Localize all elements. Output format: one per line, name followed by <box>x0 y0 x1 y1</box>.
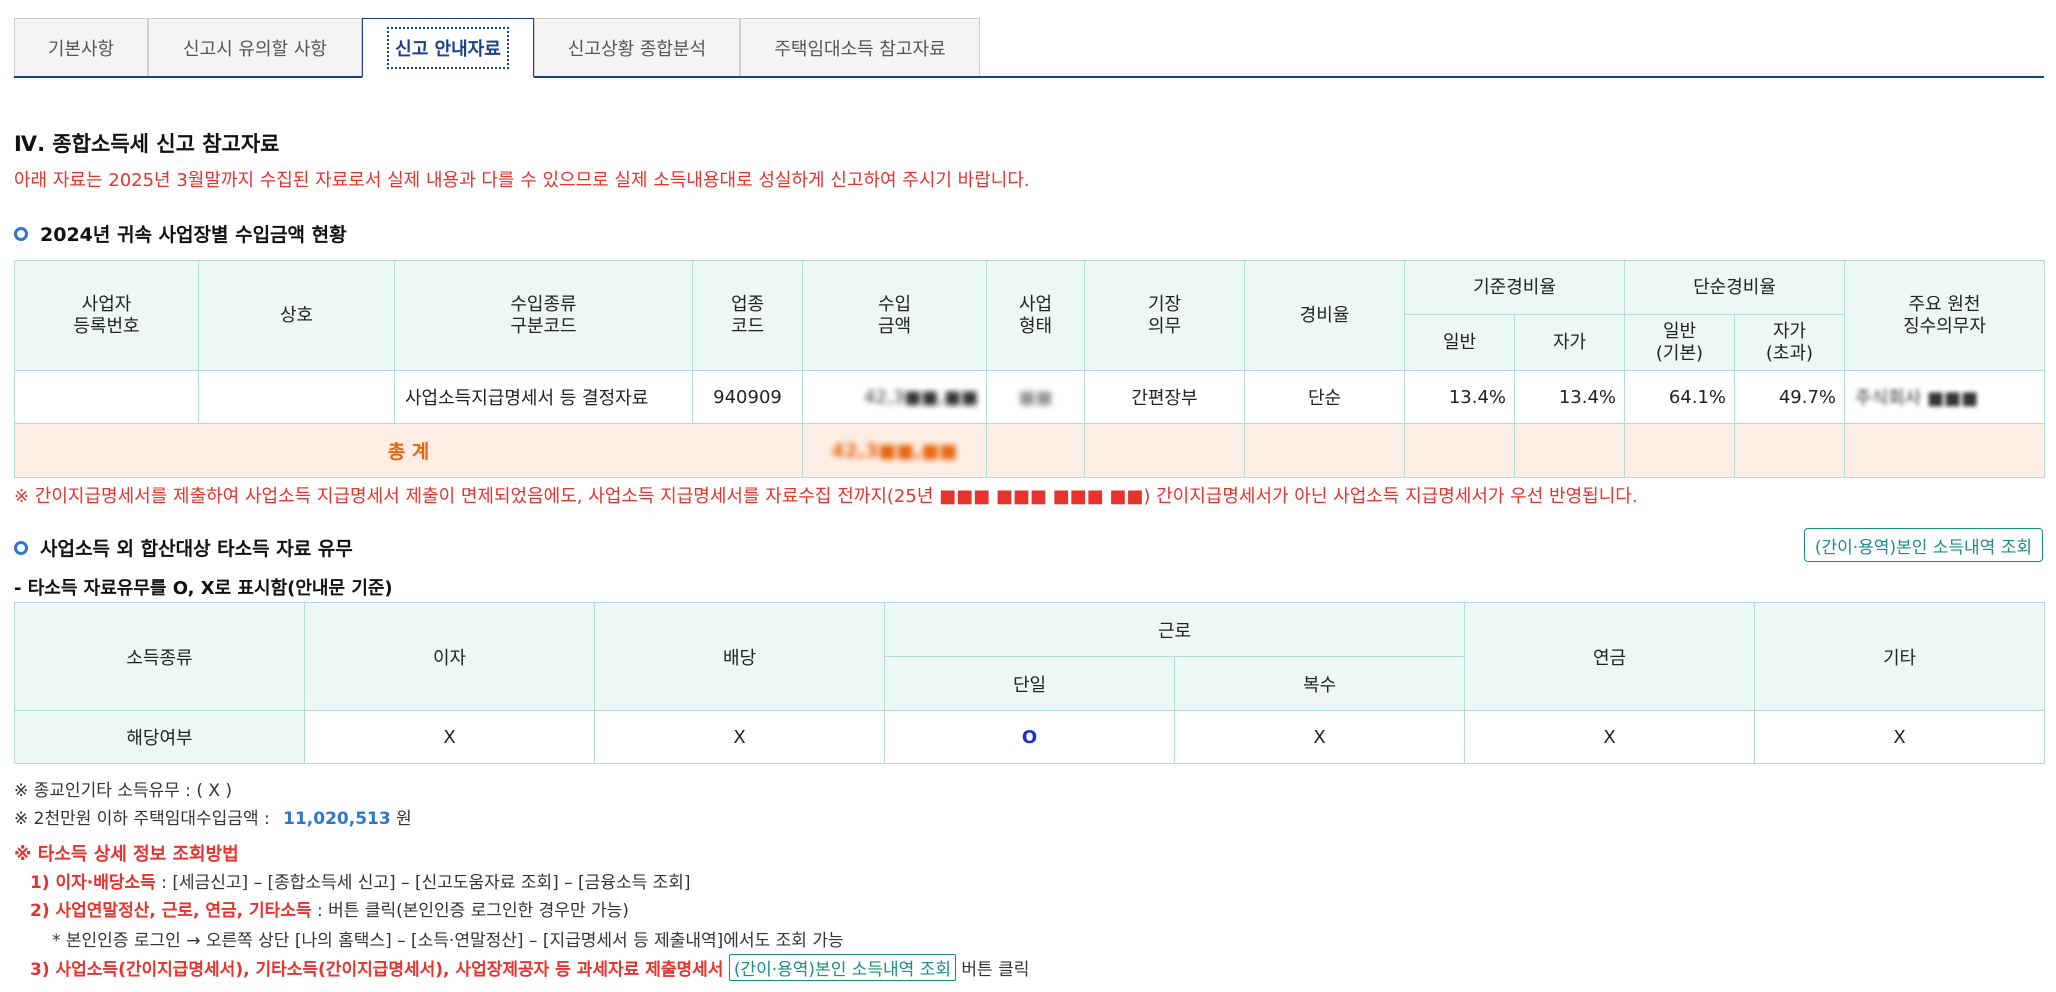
howto-item-1: 1) 이자·배당소득 : [세금신고] – [종합소득세 신고] – [신고도움… <box>30 868 691 893</box>
rental-prefix: ※ 2천만원 이하 주택임대수입금액 : <box>14 809 270 829</box>
tab-rental-income[interactable]: 주택임대소득 참고자료 <box>740 18 980 76</box>
header-industry: 업종 코드 <box>692 260 803 371</box>
header-reg-no: 사업자 등록번호 <box>14 260 199 371</box>
bullet-circle-icon <box>14 226 28 241</box>
cell-bookkeeping: 간편장부 <box>1084 370 1245 424</box>
tab-analysis[interactable]: 신고상황 종합분석 <box>534 18 740 76</box>
header-amount: 수입 금액 <box>802 260 987 371</box>
howto-item-2-text: : 버튼 클릭(본인인증 로그인한 경우만 가능) <box>311 901 629 921</box>
howto-item-1-text: : [세금신고] – [종합소득세 신고] – [신고도움자료 조회] – [금… <box>155 873 691 893</box>
header-simple-self: 자가 (초과) <box>1734 314 1845 371</box>
cell-type-code: 사업소득지급명세서 등 결정자료 <box>394 370 693 424</box>
header-interest: 이자 <box>304 602 595 711</box>
howto-item-3: 3) 사업소득(간이지급명세서), 기타소득(간이지급명세서), 사업장제공자 … <box>30 954 1029 981</box>
redacted-biz-type: ■■ <box>1018 386 1053 408</box>
cell-biz-type: ■■ <box>986 370 1085 424</box>
tab-label: 신고상황 종합분석 <box>567 38 707 60</box>
header-etc: 기타 <box>1754 602 2045 711</box>
table-row: 사업소득지급명세서 등 결정자료 940909 42,3■■,■■ ■■ 간편장… <box>14 370 2045 424</box>
header-kind: 소득종류 <box>14 602 305 711</box>
income-lookup-button[interactable]: (간이·용역)본인 소득내역 조회 <box>1803 528 2043 562</box>
total-amount: 42,3■■,■■ <box>802 423 987 478</box>
header-name: 상호 <box>198 260 395 371</box>
notice-simplified-statement: ※ 간이지급명세서를 제출하여 사업소득 지급명세서 제출이 면제되었음에도, … <box>14 486 1638 507</box>
cell-multiple: X <box>1174 710 1465 764</box>
header-bookkeeping: 기장 의무 <box>1084 260 1245 371</box>
income-section-title-text: 2024년 귀속 사업장별 수입금액 현황 <box>40 224 347 246</box>
header-pension: 연금 <box>1464 602 1755 711</box>
howto-item-2-label: 2) 사업연말정산, 근로, 연금, 기타소득 <box>30 901 312 921</box>
total-row: 총 계 42,3■■,■■ <box>14 423 2045 478</box>
cell-name <box>198 370 395 424</box>
cell-expense-rate: 단순 <box>1244 370 1405 424</box>
howto-item-3-suffix: 버튼 클릭 <box>955 960 1030 980</box>
header-std-general: 일반 <box>1404 314 1515 371</box>
cell-simple-general: 64.1% <box>1624 370 1735 424</box>
cell-single: O <box>884 710 1175 764</box>
cell-amount: 42,3■■,■■ <box>802 370 987 424</box>
header-std-rate: 기준경비율 <box>1404 260 1625 315</box>
cell-pension: X <box>1464 710 1755 764</box>
data-notice: 아래 자료는 2025년 3월말까지 수집된 자료로서 실제 내용과 다를 수 … <box>14 170 1030 191</box>
tab-label: 신고시 유의할 사항 <box>183 38 327 60</box>
rental-income-note: ※ 2천만원 이하 주택임대수입금액 : 11,020,513 원 <box>14 804 412 829</box>
income-section-title: 2024년 귀속 사업장별 수입금액 현황 <box>14 220 347 247</box>
cell-simple-self: 49.7% <box>1734 370 1845 424</box>
howto-item-2-sub: * 본인인증 로그인 → 오른쪽 상단 [나의 홈택스] – [소득·연말정산]… <box>52 931 844 951</box>
tab-cautions[interactable]: 신고시 유의할 사항 <box>148 18 362 76</box>
cell-dividend: X <box>594 710 885 764</box>
religious-income-note: ※ 종교인기타 소득유무 : ( X ) <box>14 781 233 801</box>
cell-reg-no <box>14 370 199 424</box>
row-label: 해당여부 <box>14 710 305 764</box>
header-simple-general: 일반 (기본) <box>1624 314 1735 371</box>
income-table: 사업자 등록번호 상호 수입종류 구분코드 업종 코드 수입 금액 사업 형태 … <box>14 260 2045 478</box>
header-std-self: 자가 <box>1514 314 1625 371</box>
tab-guide-materials[interactable]: 신고 안내자료 <box>362 18 534 78</box>
redacted-total: 42,3■■,■■ <box>831 439 958 462</box>
table-row: 해당여부 X X O X X X <box>14 710 2045 764</box>
header-dividend: 배당 <box>594 602 885 711</box>
inline-lookup-button[interactable]: (간이·용역)본인 소득내역 조회 <box>728 954 956 981</box>
header-multiple: 복수 <box>1174 656 1465 711</box>
header-expense-rate: 경비율 <box>1244 260 1405 371</box>
cell-withholder: 주식회사 ■■■ <box>1844 370 2045 424</box>
tab-basic[interactable]: 기본사항 <box>14 18 148 76</box>
mark-note: - 타소득 자료유무를 O, X로 표시함(안내문 기준) <box>14 578 393 599</box>
section-title: Ⅳ. 종합소득세 신고 참고자료 <box>14 132 280 156</box>
cell-industry: 940909 <box>692 370 803 424</box>
header-type-code: 수입종류 구분코드 <box>394 260 693 371</box>
cell-std-self: 13.4% <box>1514 370 1625 424</box>
total-label: 총 계 <box>14 423 803 478</box>
tab-label: 주택임대소득 참고자료 <box>774 38 946 60</box>
howto-title: ※ 타소득 상세 정보 조회방법 <box>14 844 239 865</box>
howto-item-1-label: 1) 이자·배당소득 <box>30 873 156 893</box>
rental-amount: 11,020,513 <box>283 809 391 829</box>
header-simple-rate: 단순경비율 <box>1624 260 1845 315</box>
other-income-title: 사업소득 외 합산대상 타소득 자료 유무 <box>14 534 353 561</box>
tab-bar: 기본사항 신고시 유의할 사항 신고 안내자료 신고상황 종합분석 주택임대소득… <box>14 18 2044 78</box>
cell-std-general: 13.4% <box>1404 370 1515 424</box>
bullet-circle-icon <box>14 540 28 555</box>
header-single: 단일 <box>884 656 1175 711</box>
redacted-withholder: 주식회사 ■■■ <box>1855 388 1978 409</box>
header-labor: 근로 <box>884 602 1465 657</box>
tab-label: 기본사항 <box>47 38 115 60</box>
howto-item-3-label: 3) 사업소득(간이지급명세서), 기타소득(간이지급명세서), 사업장제공자 … <box>30 960 724 980</box>
header-withholder: 주요 원천 징수의무자 <box>1844 260 2045 371</box>
other-income-title-text: 사업소득 외 합산대상 타소득 자료 유무 <box>40 538 353 560</box>
tab-label: 신고 안내자료 <box>387 26 509 69</box>
other-income-table: 소득종류 이자 배당 근로 연금 기타 단일 복수 해당여부 X X O X X… <box>14 602 2045 764</box>
cell-etc: X <box>1754 710 2045 764</box>
header-biz-type: 사업 형태 <box>986 260 1085 371</box>
howto-item-2: 2) 사업연말정산, 근로, 연금, 기타소득 : 버튼 클릭(본인인증 로그인… <box>30 896 629 921</box>
cell-interest: X <box>304 710 595 764</box>
redacted-amount: 42,3■■,■■ <box>864 386 978 408</box>
rental-unit: 원 <box>396 809 412 829</box>
